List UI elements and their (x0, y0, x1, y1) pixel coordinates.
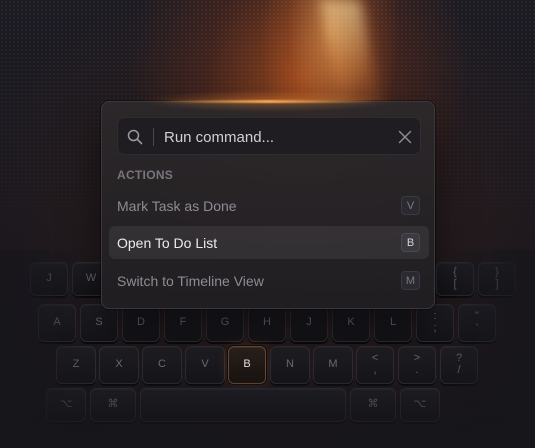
key-label: H (263, 316, 271, 329)
key-quote[interactable]: " ' (458, 304, 496, 342)
key-comma[interactable]: < , (356, 346, 394, 384)
key-label: M (328, 358, 338, 371)
key-label: J (46, 272, 52, 285)
key-semicolon[interactable]: : ; (416, 304, 454, 342)
key-label: L (389, 316, 397, 329)
key-j[interactable]: J (290, 304, 328, 342)
key-space[interactable] (140, 388, 346, 422)
key-label: ⌘ (367, 398, 379, 411)
key-s[interactable]: S (80, 304, 118, 342)
key-x[interactable]: X (99, 346, 139, 384)
key-z[interactable]: Z (56, 346, 96, 384)
key-command-left[interactable]: ⌘ (90, 388, 136, 422)
key-label: K (347, 316, 355, 329)
key-label: X (115, 358, 123, 371)
key[interactable]: { [ (436, 262, 474, 296)
key-label: Z (72, 358, 80, 371)
key-label: } ] (495, 266, 499, 290)
key-period[interactable]: > . (398, 346, 436, 384)
key-f[interactable]: F (164, 304, 202, 342)
key-label: < , (371, 352, 379, 376)
command-item-open-todo-list[interactable]: Open To Do List B (109, 226, 429, 259)
search-divider (153, 128, 154, 146)
key-label: ⌥ (413, 398, 427, 411)
key-label: D (137, 316, 145, 329)
key-label: ⌥ (59, 398, 73, 411)
key-label: C (158, 358, 166, 371)
key-option-left[interactable]: ⌥ (46, 388, 86, 422)
search-bar (117, 117, 421, 155)
key-label: J (306, 316, 312, 329)
key-slash[interactable]: ? / (440, 346, 478, 384)
key-label: B (243, 358, 251, 371)
key-d[interactable]: D (122, 304, 160, 342)
section-label-actions: ACTIONS (117, 168, 174, 182)
key-label: " ' (475, 310, 479, 334)
key-v[interactable]: V (185, 346, 225, 384)
key-b-highlighted[interactable]: B (228, 346, 266, 384)
key-label: V (201, 358, 209, 371)
key-label: W (85, 272, 97, 285)
key[interactable]: } ] (478, 262, 516, 296)
key-label: F (179, 316, 187, 329)
command-item-label: Mark Task as Done (117, 198, 237, 214)
key-label: : ; (433, 310, 437, 334)
command-item-label: Open To Do List (117, 235, 218, 251)
key-label: ⌘ (107, 398, 119, 411)
command-search-input[interactable] (164, 126, 382, 148)
key-m[interactable]: M (313, 346, 353, 384)
key-label: G (220, 316, 230, 329)
command-item-label: Switch to Timeline View (117, 273, 264, 289)
key-n[interactable]: N (270, 346, 310, 384)
close-icon[interactable] (398, 130, 412, 144)
key-command-right[interactable]: ⌘ (350, 388, 396, 422)
palette-top-highlight (162, 100, 376, 103)
search-icon (127, 129, 143, 145)
key[interactable]: J (30, 262, 68, 296)
key-label: > . (413, 352, 421, 376)
command-item-switch-timeline[interactable]: Switch to Timeline View M (109, 264, 429, 297)
key-c[interactable]: C (142, 346, 182, 384)
command-palette: ACTIONS Mark Task as Done V Open To Do L… (101, 90, 435, 309)
key-k[interactable]: K (332, 304, 370, 342)
shortcut-key-badge: B (401, 233, 420, 252)
key-label: N (286, 358, 294, 371)
key-label: A (53, 316, 61, 329)
key-label: S (95, 316, 103, 329)
key-g[interactable]: G (206, 304, 244, 342)
shortcut-key-badge: V (401, 196, 420, 215)
key-l[interactable]: L (374, 304, 412, 342)
key-h[interactable]: H (248, 304, 286, 342)
shortcut-key-badge: M (401, 271, 420, 290)
key-label: { [ (453, 266, 457, 290)
key-option-right[interactable]: ⌥ (400, 388, 440, 422)
key-a[interactable]: A (38, 304, 76, 342)
key-label: ? / (455, 352, 463, 376)
command-item-mark-task-done[interactable]: Mark Task as Done V (109, 189, 429, 222)
